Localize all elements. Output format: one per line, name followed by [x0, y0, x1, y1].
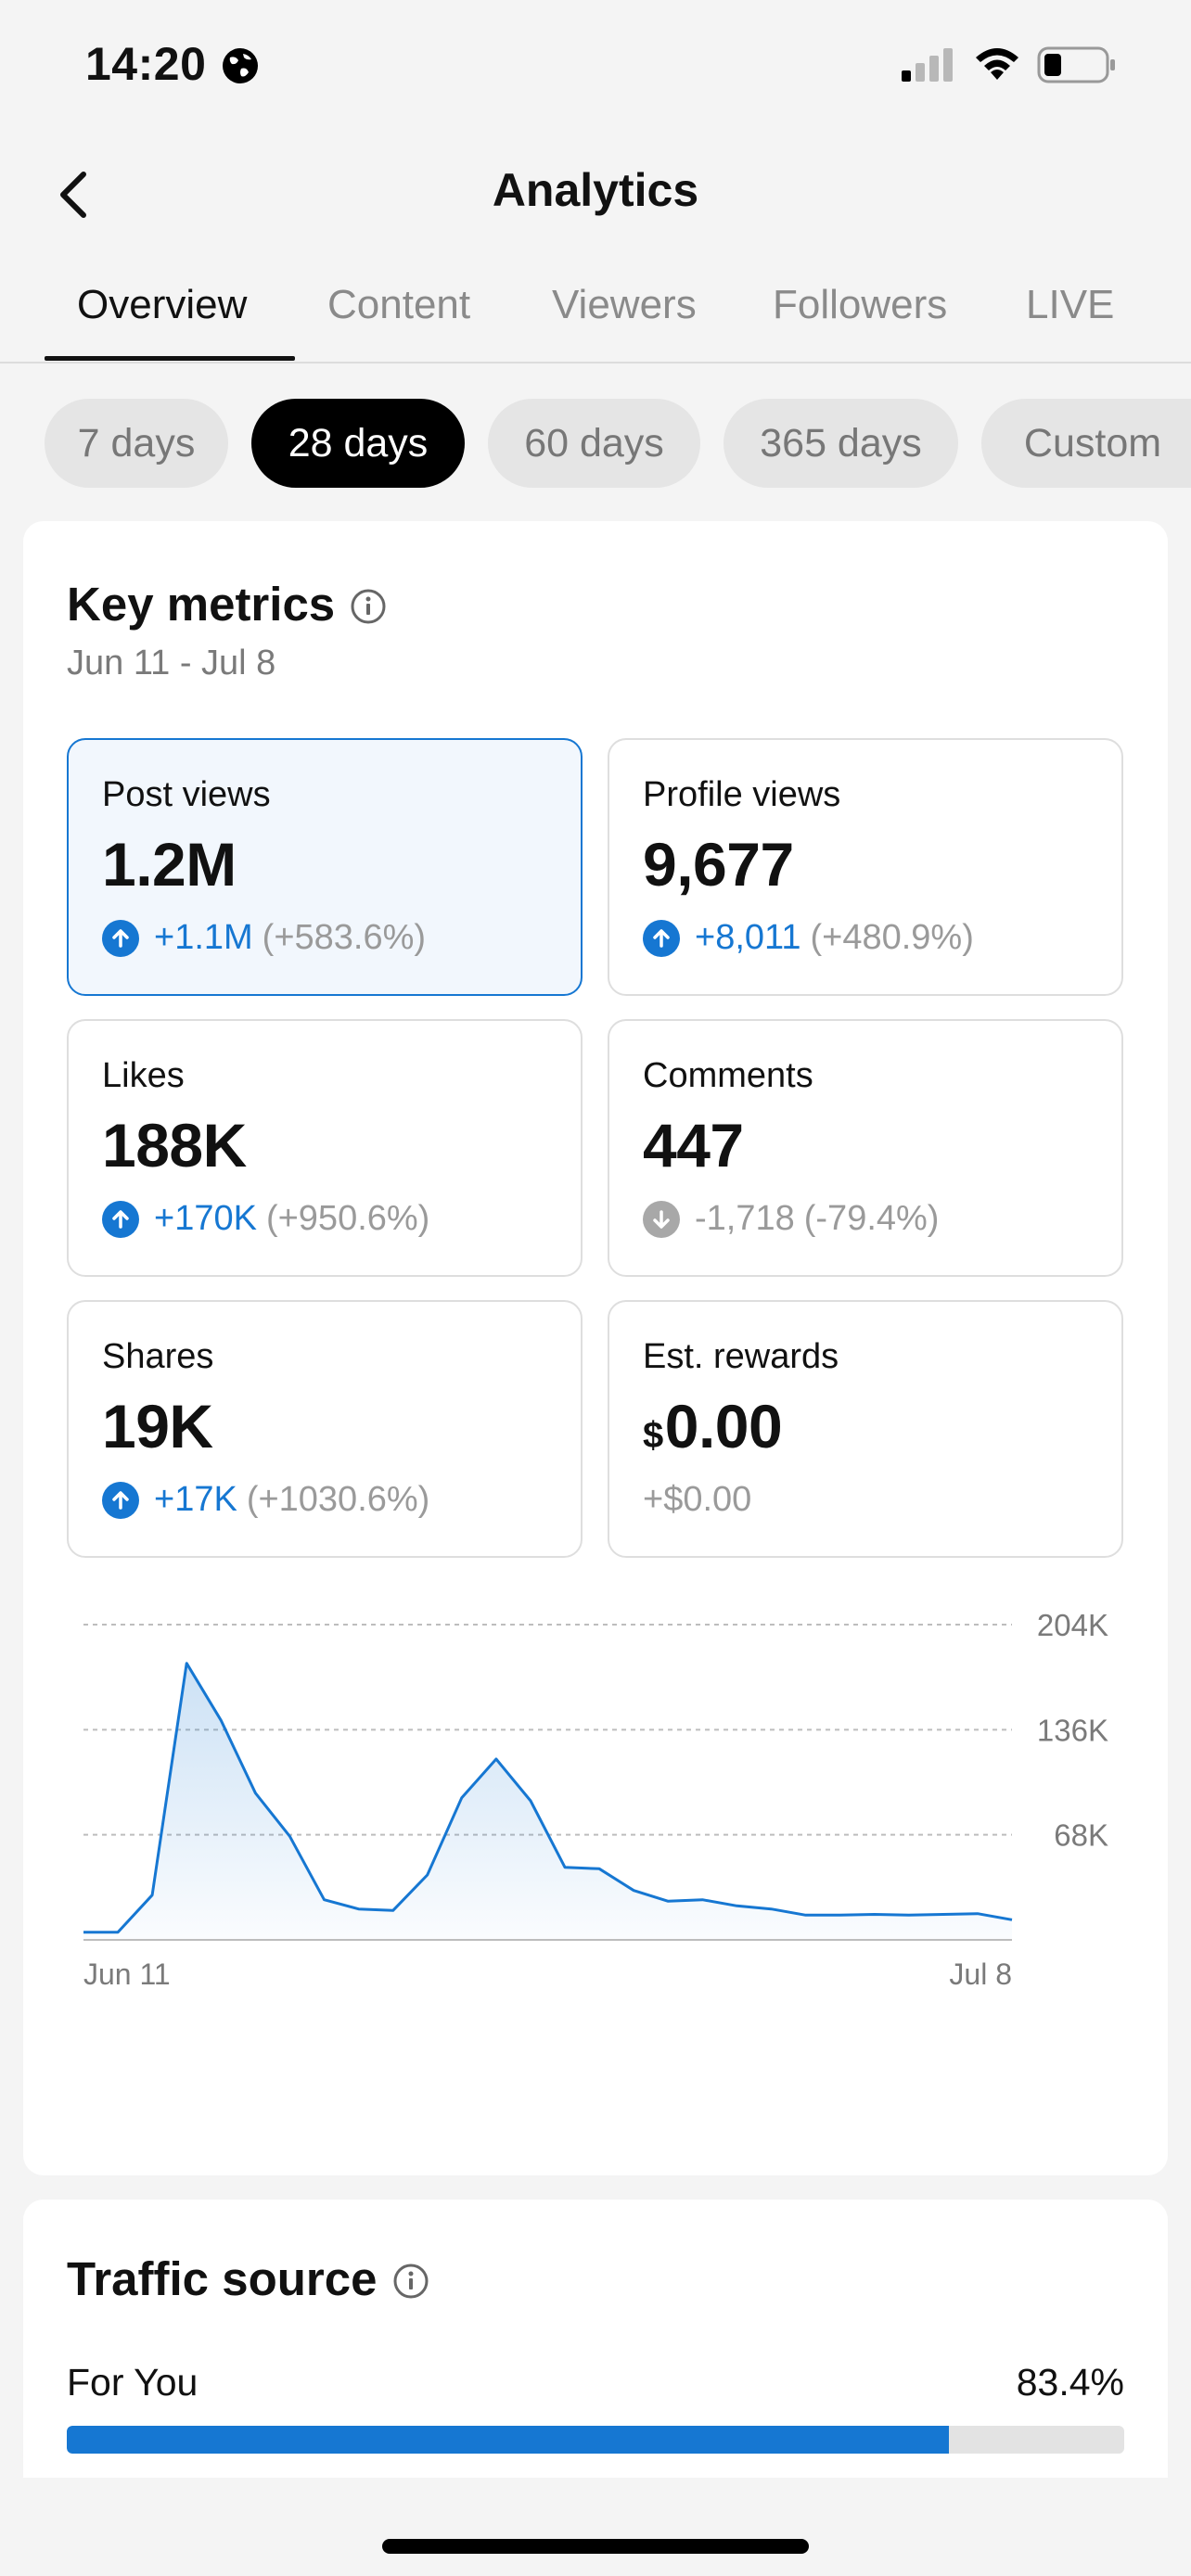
key-metrics-title: Key metrics: [67, 578, 336, 631]
metric-card-likes[interactable]: Likes 188K +170K (+950.6%): [67, 1019, 583, 1277]
key-metrics-card: Key metrics Jun 11 - Jul 8 Post views 1.…: [23, 521, 1168, 2175]
tab-bar: Overview Content Viewers Followers LIVE: [0, 271, 1191, 363]
metric-label: Shares: [102, 1337, 214, 1376]
metric-change: +170K (+950.6%): [102, 1199, 429, 1239]
chart-area-fill: [83, 1663, 1012, 1940]
metric-change: +8,011 (+480.9%): [643, 918, 974, 958]
metric-card-shares[interactable]: Shares 19K +17K (+1030.6%): [67, 1300, 583, 1558]
metric-label: Profile views: [643, 775, 841, 814]
metric-card-comments[interactable]: Comments 447 -1,718 (-79.4%): [608, 1019, 1123, 1277]
metric-value: 19K: [102, 1392, 213, 1460]
tab-live[interactable]: LIVE: [1026, 282, 1114, 328]
metric-delta-percent: (+480.9%): [810, 918, 974, 957]
chart-x-end-label: Jul 8: [949, 1958, 1012, 1991]
metric-delta: +170K: [154, 1199, 257, 1238]
metric-delta-percent: (-79.4%): [803, 1199, 940, 1238]
metric-change: +$0.00: [643, 1480, 751, 1520]
metric-value-number: 0.00: [664, 1392, 783, 1460]
metric-value: 1.2M: [102, 830, 237, 899]
battery-icon: [1037, 46, 1115, 83]
metric-label: Comments: [643, 1056, 813, 1095]
metric-card-post-views[interactable]: Post views 1.2M +1.1M (+583.6%): [67, 738, 583, 996]
globe-icon: [223, 48, 258, 83]
traffic-source-title: Traffic source: [67, 2252, 378, 2305]
arrow-down-icon: [643, 1200, 680, 1238]
traffic-progress-fill: [67, 2426, 949, 2454]
arrow-up-icon: [102, 1200, 139, 1238]
post-views-trend-chart[interactable]: 68K 136K 204K Jun 11 Jul 8: [23, 1597, 1168, 2116]
metric-label: Est. rewards: [643, 1337, 839, 1376]
metric-label: Post views: [102, 775, 271, 814]
tab-active-indicator: [45, 356, 295, 361]
analytics-screen: 14:20 Analytics Overview Content Viewers…: [0, 0, 1191, 2576]
metric-value: 447: [643, 1111, 744, 1180]
chart-y-tick-label: 204K: [1037, 1608, 1108, 1642]
arrow-up-icon: [102, 919, 139, 957]
arrow-up-icon: [643, 919, 680, 957]
metric-card-est-rewards[interactable]: Est. rewards $0.00 +$0.00: [608, 1300, 1123, 1558]
status-time: 14:20: [85, 38, 207, 90]
filter-7-days[interactable]: 7 days: [45, 399, 228, 488]
metric-delta-percent: (+950.6%): [265, 1199, 430, 1238]
currency-symbol: $: [643, 1415, 663, 1456]
tab-content[interactable]: Content: [327, 282, 470, 328]
metric-delta: +17K: [154, 1480, 237, 1519]
traffic-source-card: Traffic source For You 83.4%: [23, 2200, 1168, 2478]
traffic-progress-bar: [67, 2426, 1124, 2454]
metric-value: 188K: [102, 1111, 247, 1180]
tab-overview[interactable]: Overview: [77, 282, 247, 328]
metric-label: Likes: [102, 1056, 185, 1095]
day-filter-bar: 7 days 28 days 60 days 365 days Custom: [0, 399, 1191, 488]
filter-28-days[interactable]: 28 days: [251, 399, 465, 488]
page-title: Analytics: [492, 164, 699, 216]
filter-60-days[interactable]: 60 days: [488, 399, 700, 488]
metric-change: -1,718 (-79.4%): [643, 1199, 939, 1239]
metric-change: +1.1M (+583.6%): [102, 918, 426, 958]
info-icon[interactable]: [392, 2263, 429, 2300]
metric-delta: +1.1M: [154, 918, 253, 957]
chart-x-start-label: Jun 11: [83, 1958, 171, 1991]
metric-delta: +8,011: [695, 918, 801, 957]
filter-custom[interactable]: Custom: [981, 399, 1191, 488]
filter-365-days[interactable]: 365 days: [724, 399, 958, 488]
tab-viewers[interactable]: Viewers: [552, 282, 697, 328]
metric-delta-percent: (+583.6%): [262, 918, 427, 957]
tab-followers[interactable]: Followers: [773, 282, 947, 328]
chart-y-tick-label: 68K: [1054, 1818, 1108, 1853]
arrow-up-icon: [102, 1481, 139, 1519]
traffic-row-value: 83.4%: [1016, 2361, 1124, 2404]
date-range: Jun 11 - Jul 8: [67, 644, 276, 682]
metric-delta: +$0.00: [643, 1480, 752, 1519]
chart-y-tick-label: 136K: [1037, 1713, 1108, 1747]
bottom-safe-area: [0, 2478, 1191, 2576]
home-indicator[interactable]: [382, 2539, 809, 2554]
traffic-row-label: For You: [67, 2361, 198, 2404]
wifi-icon: [976, 48, 1018, 80]
metric-value: $0.00: [643, 1391, 783, 1461]
metric-delta-percent: (+1030.6%): [246, 1480, 430, 1519]
signal-icon: [902, 48, 953, 82]
metric-value: 9,677: [643, 830, 794, 899]
metric-card-profile-views[interactable]: Profile views 9,677 +8,011 (+480.9%): [608, 738, 1123, 996]
status-bar: 14:20: [0, 0, 1191, 139]
metric-change: +17K (+1030.6%): [102, 1480, 429, 1520]
metric-delta: -1,718: [695, 1199, 795, 1238]
info-icon[interactable]: [350, 588, 387, 625]
